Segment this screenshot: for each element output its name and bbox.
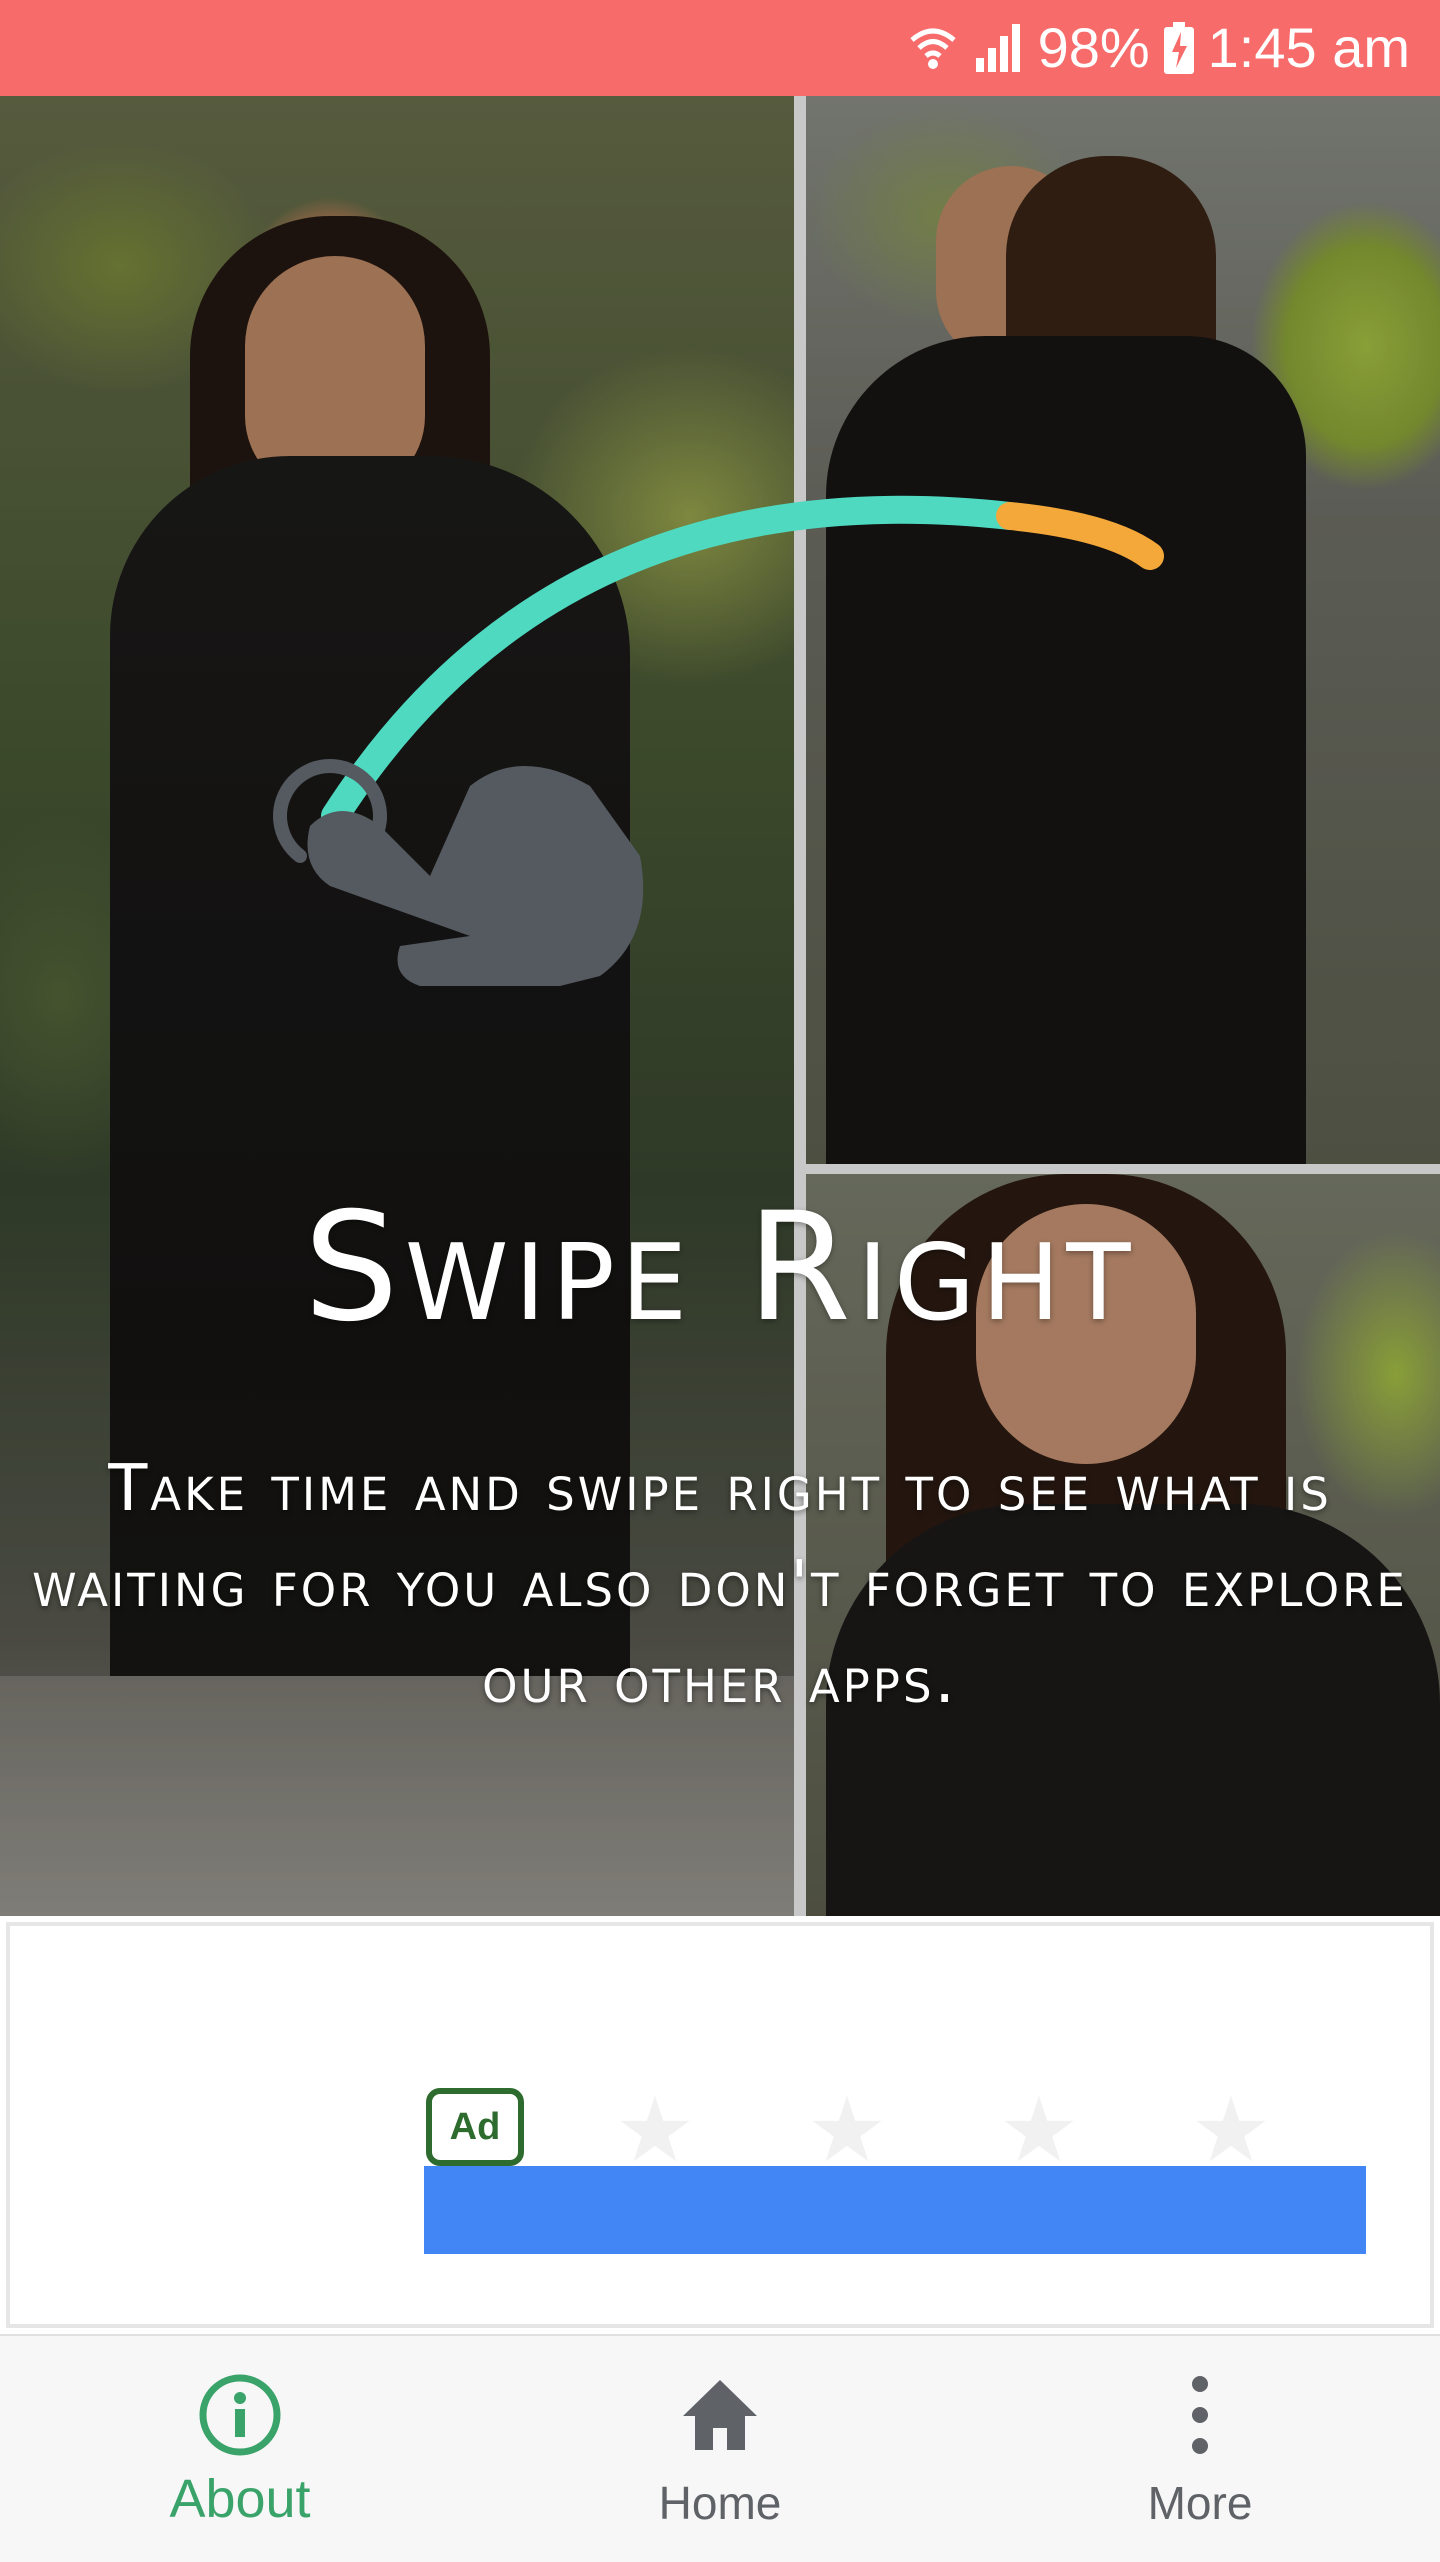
more-vertical-icon (1155, 2370, 1245, 2460)
ad-badge: Ad (426, 2088, 524, 2166)
intro-headline: Swipe Right (303, 1181, 1137, 1355)
signal-icon (972, 22, 1024, 74)
status-indicators: 98% 1:45 am (908, 0, 1410, 96)
nav-label-home: Home (658, 2477, 782, 2529)
star-icon: ★ (998, 2078, 1080, 2183)
swipe-arc (321, 495, 1024, 830)
intro-collage[interactable]: Swipe Right Take time and swipe right to… (0, 96, 1440, 1916)
ad-banner[interactable]: Ad ★ ★ ★ ★ (6, 1922, 1434, 2328)
nav-item-home[interactable]: Home (480, 2336, 960, 2562)
status-bar: 98% 1:45 am (0, 0, 1440, 96)
nav-label-about: About (169, 2469, 311, 2529)
nav-item-more[interactable]: More (960, 2336, 1440, 2562)
home-icon (675, 2370, 765, 2460)
swipe-arc-tip (996, 502, 1164, 570)
nav-item-about[interactable]: About (0, 2336, 480, 2562)
ad-rating-stars: ★ ★ ★ ★ (580, 2078, 1306, 2183)
ad-call-to-action-bar[interactable] (424, 2166, 1366, 2254)
clock: 1:45 am (1207, 16, 1410, 79)
info-icon (195, 2370, 285, 2460)
battery-percentage: 98% (1037, 16, 1150, 79)
wifi-icon (908, 22, 958, 74)
star-icon: ★ (806, 2078, 888, 2183)
bottom-navigation: About Home More (0, 2334, 1440, 2562)
star-icon: ★ (1190, 2078, 1272, 2183)
intro-description: Take time and swipe right to see what is… (32, 1452, 1408, 1718)
nav-label-more: More (1147, 2477, 1253, 2529)
star-icon: ★ (614, 2078, 696, 2183)
battery-charging-icon (1163, 22, 1194, 74)
